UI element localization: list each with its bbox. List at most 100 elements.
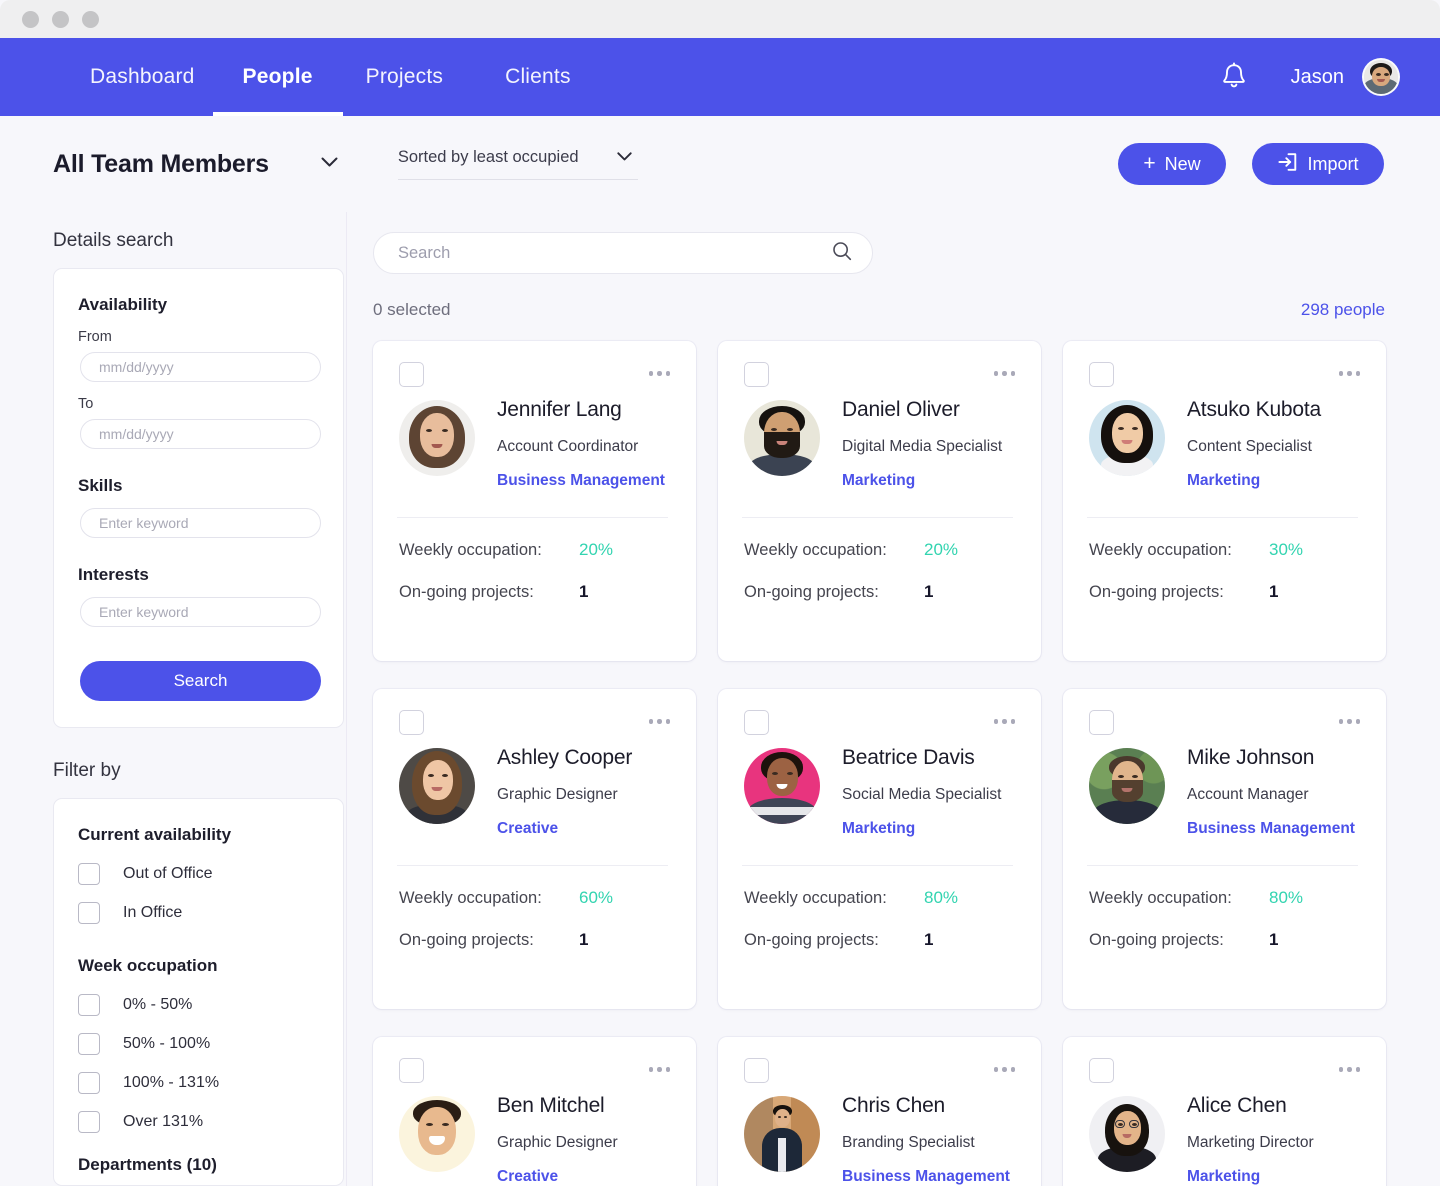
weekly-occupation-row: Weekly occupation: 80% xyxy=(744,888,1017,908)
more-options-icon[interactable] xyxy=(1338,1058,1363,1072)
person-department[interactable]: Business Management xyxy=(842,1168,1010,1186)
interests-input[interactable] xyxy=(80,597,321,627)
person-card[interactable]: Beatrice Davis Social Media Specialist M… xyxy=(718,689,1041,1009)
filter-by-heading: Filter by xyxy=(53,760,121,781)
filter-option-0-50[interactable]: 0% - 50% xyxy=(78,994,319,1016)
person-department[interactable]: Business Management xyxy=(497,472,665,490)
more-options-icon[interactable] xyxy=(1338,362,1363,376)
person-name: Beatrice Davis xyxy=(842,746,975,769)
nav-item-projects[interactable]: Projects xyxy=(366,38,443,116)
filter-option-label: In Office xyxy=(123,904,183,921)
weekly-occupation-row: Weekly occupation: 30% xyxy=(1089,540,1362,560)
card-select-checkbox[interactable] xyxy=(1089,1058,1114,1083)
import-button[interactable]: Import xyxy=(1252,143,1384,185)
filter-option-out-of-office[interactable]: Out of Office xyxy=(78,863,319,885)
person-name: Alice Chen xyxy=(1187,1094,1287,1117)
card-info: Alice Chen Marketing Director Marketing xyxy=(1187,1091,1314,1186)
person-card[interactable]: Ashley Cooper Graphic Designer Creative … xyxy=(373,689,696,1009)
page-body: Details search Availability From To Skil… xyxy=(0,212,1440,1186)
card-top-row xyxy=(1089,710,1362,735)
search-icon[interactable] xyxy=(832,241,852,266)
card-body: Jennifer Lang Account Coordinator Busine… xyxy=(399,395,672,490)
people-count-link[interactable]: 298 people xyxy=(1301,300,1385,320)
card-info: Atsuko Kubota Content Specialist Marketi… xyxy=(1187,395,1321,490)
card-select-checkbox[interactable] xyxy=(399,710,424,735)
nav-item-clients[interactable]: Clients xyxy=(505,38,571,116)
search-input[interactable] xyxy=(398,243,832,263)
person-department[interactable]: Marketing xyxy=(842,820,1001,838)
sidebar-search-button[interactable]: Search xyxy=(80,661,321,701)
checkbox[interactable] xyxy=(78,902,100,924)
checkbox[interactable] xyxy=(78,994,100,1016)
card-select-checkbox[interactable] xyxy=(744,362,769,387)
more-options-icon[interactable] xyxy=(648,362,673,376)
window-minimize-dot[interactable] xyxy=(52,10,69,28)
more-options-icon[interactable] xyxy=(648,1058,673,1072)
avatar xyxy=(1089,1096,1165,1172)
weekly-occupation-value: 20% xyxy=(924,540,959,559)
person-department[interactable]: Creative xyxy=(497,1168,618,1186)
more-options-icon[interactable] xyxy=(993,362,1018,376)
search-box[interactable] xyxy=(373,232,873,274)
chevron-down-icon xyxy=(617,149,632,167)
skills-input[interactable] xyxy=(80,508,321,538)
card-info: Chris Chen Branding Specialist Business … xyxy=(842,1091,1010,1186)
person-card[interactable]: Ben Mitchel Graphic Designer Creative We… xyxy=(373,1037,696,1186)
person-department[interactable]: Business Management xyxy=(1187,820,1355,838)
more-options-icon[interactable] xyxy=(993,1058,1018,1072)
card-top-row xyxy=(399,1058,672,1083)
card-select-checkbox[interactable] xyxy=(744,1058,769,1083)
card-body: Mike Johnson Account Manager Business Ma… xyxy=(1089,743,1362,838)
person-card[interactable]: Atsuko Kubota Content Specialist Marketi… xyxy=(1063,341,1386,661)
person-department[interactable]: Marketing xyxy=(1187,1168,1314,1186)
person-card[interactable]: Daniel Oliver Digital Media Specialist M… xyxy=(718,341,1041,661)
person-card[interactable]: Alice Chen Marketing Director Marketing … xyxy=(1063,1037,1386,1186)
availability-to-input[interactable] xyxy=(80,419,321,449)
person-name: Ashley Cooper xyxy=(497,746,633,769)
checkbox[interactable] xyxy=(78,863,100,885)
person-card[interactable]: Mike Johnson Account Manager Business Ma… xyxy=(1063,689,1386,1009)
person-card[interactable]: Jennifer Lang Account Coordinator Busine… xyxy=(373,341,696,661)
details-search-panel: Availability From To Skills Interests Se… xyxy=(53,268,344,728)
person-card[interactable]: Chris Chen Branding Specialist Business … xyxy=(718,1037,1041,1186)
interests-title: Interests xyxy=(78,565,149,584)
chevron-down-icon[interactable] xyxy=(321,155,338,173)
person-department[interactable]: Marketing xyxy=(842,472,1002,490)
ongoing-projects-value: 1 xyxy=(579,582,589,601)
window-maximize-dot[interactable] xyxy=(82,10,99,28)
weekly-occupation-label: Weekly occupation: xyxy=(744,889,887,907)
nav-user-name[interactable]: Jason xyxy=(1291,66,1344,89)
person-department[interactable]: Marketing xyxy=(1187,472,1321,490)
more-options-icon[interactable] xyxy=(993,710,1018,724)
avatar xyxy=(399,748,475,824)
nav-item-dashboard[interactable]: Dashboard xyxy=(90,38,195,116)
new-button[interactable]: + New xyxy=(1118,143,1226,185)
more-options-icon[interactable] xyxy=(648,710,673,724)
card-select-checkbox[interactable] xyxy=(1089,710,1114,735)
weekly-occupation-label: Weekly occupation: xyxy=(1089,889,1232,907)
avatar[interactable] xyxy=(1362,58,1400,96)
filter-option-in-office[interactable]: In Office xyxy=(78,902,319,924)
sort-dropdown[interactable]: Sorted by least occupied xyxy=(397,148,638,180)
card-select-checkbox[interactable] xyxy=(399,1058,424,1083)
more-options-icon[interactable] xyxy=(1338,710,1363,724)
checkbox[interactable] xyxy=(78,1111,100,1133)
avatar xyxy=(399,1096,475,1172)
nav-item-people[interactable]: People xyxy=(212,38,343,116)
filter-option-100-131[interactable]: 100% - 131% xyxy=(78,1072,319,1094)
selection-meta-row: 0 selected 298 people xyxy=(373,300,1387,320)
checkbox[interactable] xyxy=(78,1033,100,1055)
availability-from-input[interactable] xyxy=(80,352,321,382)
bell-icon[interactable] xyxy=(1221,62,1247,92)
availability-title: Availability xyxy=(78,295,168,314)
card-select-checkbox[interactable] xyxy=(1089,362,1114,387)
card-select-checkbox[interactable] xyxy=(744,710,769,735)
window-close-dot[interactable] xyxy=(22,10,39,28)
filter-option-over-131[interactable]: Over 131% xyxy=(78,1111,319,1133)
ongoing-projects-row: On-going projects: 1 xyxy=(1089,930,1362,950)
person-department[interactable]: Creative xyxy=(497,820,632,838)
card-select-checkbox[interactable] xyxy=(399,362,424,387)
checkbox[interactable] xyxy=(78,1072,100,1094)
filter-option-50-100[interactable]: 50% - 100% xyxy=(78,1033,319,1055)
avatar xyxy=(1089,400,1165,476)
